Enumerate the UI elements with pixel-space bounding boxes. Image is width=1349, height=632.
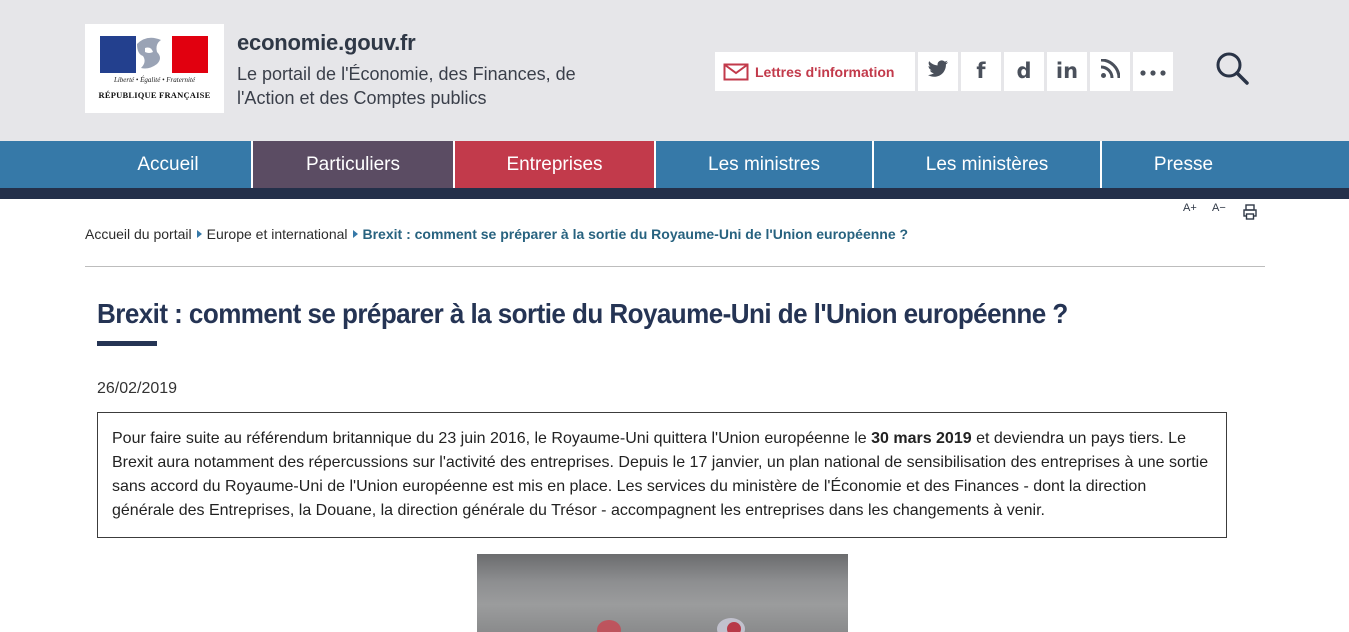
main-nav: Accueil Particuliers Entreprises Les min… [0, 141, 1349, 189]
intro-date-highlight: 30 mars 2019 [871, 430, 972, 447]
logo-motto: Liberté • Égalité • Fraternité [113, 76, 196, 84]
more-button[interactable] [1133, 52, 1173, 91]
site-name[interactable]: economie.gouv.fr [237, 30, 416, 56]
title-underline [97, 341, 157, 346]
newsletter-label: Lettres d'information [755, 63, 895, 80]
dailymotion-button[interactable]: d [1004, 52, 1044, 91]
linkedin-icon: in [1055, 59, 1079, 83]
rss-icon [1100, 58, 1121, 84]
breadcrumb-separator-icon [352, 230, 358, 238]
logo-republic: RÉPUBLIQUE FRANÇAISE [98, 90, 211, 100]
hero-image [477, 554, 848, 632]
breadcrumb-current: Brexit : comment se préparer à la sortie… [362, 226, 909, 242]
nav-label: Accueil [137, 154, 199, 175]
breadcrumb-separator-icon [196, 230, 202, 238]
decrease-font-button[interactable]: A− [1212, 202, 1226, 214]
more-icon [1140, 63, 1166, 81]
facebook-icon: f [976, 59, 986, 83]
marianne-emblem-icon [100, 36, 208, 73]
divider [85, 266, 1265, 267]
page-title: Brexit : comment se préparer à la sortie… [97, 298, 1068, 329]
publish-date: 26/02/2019 [97, 380, 178, 397]
breadcrumb-europe[interactable]: Europe et international [207, 226, 348, 242]
nav-item-entreprises[interactable]: Entreprises [455, 141, 656, 189]
breadcrumb: Accueil du portail Europe et internation… [85, 226, 908, 242]
breadcrumb-home[interactable]: Accueil du portail [85, 226, 192, 242]
twitter-button[interactable] [918, 52, 958, 91]
rss-button[interactable] [1090, 52, 1130, 91]
twitter-icon [927, 60, 949, 83]
linkedin-button[interactable]: in [1047, 52, 1087, 91]
nav-item-ministeres[interactable]: Les ministères [874, 141, 1102, 189]
hero-image-detail [727, 622, 741, 632]
marianne-logo[interactable]: Liberté • Égalité • Fraternité RÉPUBLIQU… [85, 24, 224, 113]
nav-label: Presse [1153, 154, 1214, 175]
facebook-button[interactable]: f [961, 52, 1001, 91]
dailymotion-icon: d [1016, 59, 1032, 83]
nav-item-particuliers[interactable]: Particuliers [253, 141, 455, 189]
print-button[interactable] [1243, 204, 1257, 223]
hero-image-detail [597, 620, 621, 632]
intro-box: Pour faire suite au référendum britanniq… [97, 412, 1227, 538]
site-tagline: Le portail de l'Économie, des Finances, … [237, 64, 576, 108]
nav-label: Les ministères [925, 154, 1049, 175]
nav-item-presse[interactable]: Presse [1102, 141, 1265, 189]
nav-label: Particuliers [306, 154, 400, 175]
nav-bottom-band [0, 188, 1349, 199]
nav-label: Les ministres [708, 154, 820, 175]
increase-font-button[interactable]: A+ [1183, 202, 1197, 214]
envelope-icon [723, 63, 749, 81]
newsletter-button[interactable]: Lettres d'information [715, 52, 915, 91]
nav-item-ministres[interactable]: Les ministres [656, 141, 874, 189]
search-button[interactable] [1212, 50, 1252, 90]
site-header: Liberté • Égalité • Fraternité RÉPUBLIQU… [0, 0, 1349, 141]
print-icon [1243, 204, 1257, 223]
search-icon [1214, 50, 1250, 91]
intro-text-start: Pour faire suite au référendum britanniq… [112, 430, 872, 447]
nav-label: Entreprises [506, 154, 603, 175]
nav-item-accueil[interactable]: Accueil [85, 141, 253, 189]
